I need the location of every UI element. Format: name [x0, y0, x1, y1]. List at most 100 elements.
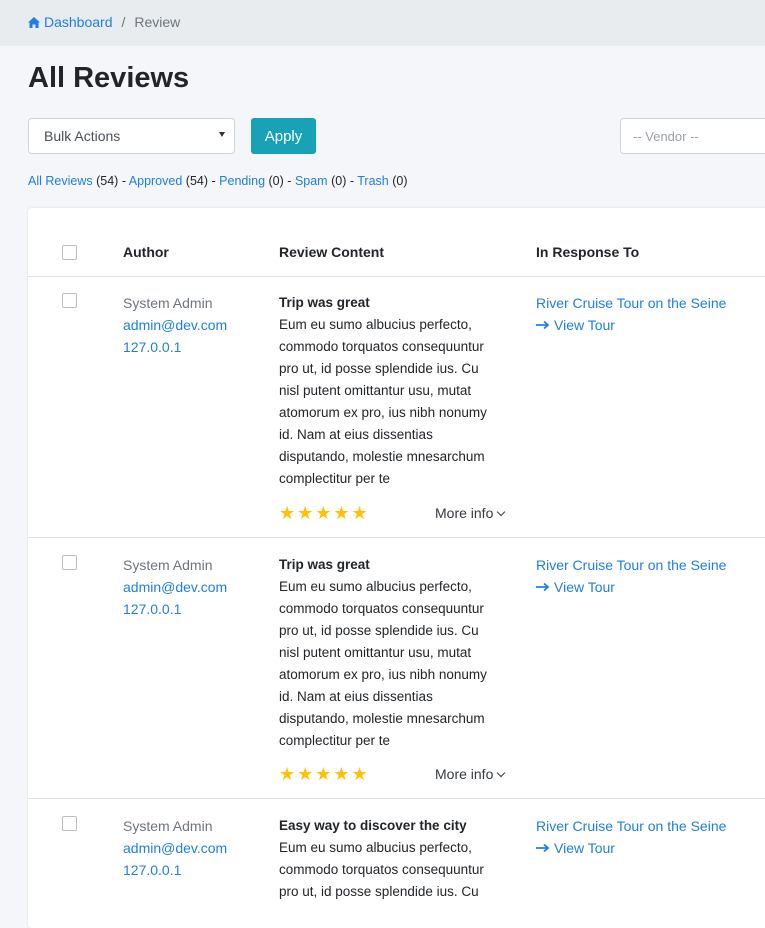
view-tour-link[interactable]: View Tour: [536, 314, 726, 336]
reviews-table: Author Review Content In Response To Sys…: [28, 208, 765, 928]
review-text-line: nisl putent omittantur usu, mutat: [279, 383, 472, 398]
filter-pending-count: (0): [268, 174, 284, 188]
author-ip-link[interactable]: 127.0.0.1: [123, 598, 227, 620]
view-tour-link[interactable]: View Tour: [536, 576, 726, 598]
author-name: System Admin: [123, 818, 213, 834]
apply-button[interactable]: Apply: [251, 118, 316, 154]
arrow-right-icon: [536, 582, 550, 592]
response-cell: River Cruise Tour on the Seine View Tour: [536, 554, 726, 598]
select-all-checkbox[interactable]: [62, 245, 77, 260]
review-text-line: Eum eu sumo albucius perfecto,: [279, 579, 472, 594]
breadcrumb-home-label: Dashboard: [44, 14, 113, 30]
arrow-right-icon: [536, 320, 550, 330]
chevron-down-icon: [497, 768, 506, 778]
author-ip-link[interactable]: 127.0.0.1: [123, 336, 227, 358]
breadcrumb: Dashboard / Review: [0, 0, 765, 46]
review-text-line: commodo torquatos consequuntur: [279, 601, 484, 616]
review-content-cell: Easy way to discover the city Eum eu sum…: [279, 815, 509, 903]
tour-link[interactable]: River Cruise Tour on the Seine: [536, 554, 726, 576]
breadcrumb-current: Review: [134, 14, 181, 30]
author-cell: System Admin admin@dev.com 127.0.0.1: [123, 815, 227, 881]
view-tour-label: View Tour: [554, 579, 615, 595]
filter-spam-link[interactable]: Spam: [295, 174, 328, 188]
review-text-line: atomorum ex pro, ius nibh nonumy: [279, 667, 487, 682]
filter-all-count: (54): [96, 174, 119, 188]
author-email-link[interactable]: admin@dev.com: [123, 837, 227, 859]
review-text-line: pro ut, id posse splendide ius. Cu: [279, 884, 479, 899]
home-icon: [28, 17, 40, 28]
view-tour-label: View Tour: [554, 317, 615, 333]
review-text-line: disputando, molestie mnesarchum: [279, 711, 485, 726]
author-email-link[interactable]: admin@dev.com: [123, 576, 227, 598]
author-ip-link[interactable]: 127.0.0.1: [123, 859, 227, 881]
filter-approved-count: (54): [185, 174, 209, 188]
chevron-down-icon: [219, 132, 225, 137]
status-filters: All Reviews (54) - Approved (54) - Pendi…: [28, 174, 408, 188]
table-row: System Admin admin@dev.com 127.0.0.1 Tri…: [28, 538, 765, 799]
row-checkbox[interactable]: [62, 816, 77, 831]
review-text-line: Eum eu sumo albucius perfecto,: [279, 317, 472, 332]
column-author: Author: [123, 244, 169, 260]
review-text-line: commodo torquatos consequuntur: [279, 862, 484, 877]
filter-trash-count: (0): [392, 174, 408, 188]
star-rating: ★★★★★: [279, 503, 370, 523]
tour-link[interactable]: River Cruise Tour on the Seine: [536, 815, 726, 837]
arrow-right-icon: [536, 843, 550, 853]
filter-separator: -: [211, 174, 216, 188]
table-header: Author Review Content In Response To: [28, 208, 765, 277]
review-content-cell: Trip was great Eum eu sumo albucius perf…: [279, 292, 509, 490]
table-row: System Admin admin@dev.com 127.0.0.1 Eas…: [28, 799, 765, 928]
view-tour-link[interactable]: View Tour: [536, 837, 726, 859]
tour-link[interactable]: River Cruise Tour on the Seine: [536, 292, 726, 314]
author-email-link[interactable]: admin@dev.com: [123, 314, 227, 336]
page-title: All Reviews: [28, 62, 190, 94]
review-text-line: complectitur per te: [279, 733, 391, 748]
more-info-toggle[interactable]: More info: [435, 505, 506, 521]
row-checkbox[interactable]: [62, 293, 77, 308]
more-info-toggle[interactable]: More info: [435, 766, 506, 782]
author-name: System Admin: [123, 557, 213, 573]
table-row: System Admin admin@dev.com 127.0.0.1 Tri…: [28, 276, 765, 538]
review-content-cell: Trip was great Eum eu sumo albucius perf…: [279, 554, 509, 752]
author-cell: System Admin admin@dev.com 127.0.0.1: [123, 554, 227, 620]
review-text-line: pro ut, id posse splendide ius. Cu: [279, 623, 479, 638]
column-review-content: Review Content: [279, 244, 385, 260]
column-in-response-to: In Response To: [536, 244, 640, 260]
review-text-line: complectitur per te: [279, 471, 391, 486]
review-text-line: commodo torquatos consequuntur: [279, 339, 484, 354]
response-cell: River Cruise Tour on the Seine View Tour: [536, 292, 726, 336]
breadcrumb-home-link[interactable]: Dashboard: [28, 14, 113, 30]
more-info-label: More info: [435, 505, 494, 521]
review-text-line: Eum eu sumo albucius perfecto,: [279, 840, 472, 855]
filter-trash-link[interactable]: Trash: [357, 174, 389, 188]
view-tour-label: View Tour: [554, 840, 615, 856]
more-info-label: More info: [435, 766, 494, 782]
filter-all-link[interactable]: All Reviews: [28, 174, 93, 188]
filter-separator: -: [121, 174, 126, 188]
filter-separator: -: [287, 174, 292, 188]
row-checkbox[interactable]: [62, 555, 77, 570]
review-title: Easy way to discover the city: [279, 818, 467, 833]
vendor-placeholder: -- Vendor --: [633, 129, 699, 144]
review-title: Trip was great: [279, 295, 370, 310]
filter-separator: -: [349, 174, 355, 188]
filter-pending-link[interactable]: Pending: [219, 174, 265, 188]
star-rating: ★★★★★: [279, 764, 370, 784]
author-cell: System Admin admin@dev.com 127.0.0.1: [123, 292, 227, 358]
filter-approved-link[interactable]: Approved: [129, 174, 183, 188]
review-text-line: id. Nam at eius dissentias: [279, 427, 433, 442]
filter-spam-count: (0): [331, 174, 347, 188]
bulk-actions-value: Bulk Actions: [44, 128, 121, 144]
breadcrumb-separator: /: [121, 14, 126, 30]
review-text-line: id. Nam at eius dissentias: [279, 689, 433, 704]
review-title: Trip was great: [279, 557, 370, 572]
review-text-line: nisl putent omittantur usu, mutat: [279, 645, 472, 660]
response-cell: River Cruise Tour on the Seine View Tour: [536, 815, 726, 859]
author-name: System Admin: [123, 295, 213, 311]
chevron-down-icon: [497, 507, 506, 517]
bulk-actions-select[interactable]: Bulk Actions: [28, 118, 235, 154]
review-text-line: atomorum ex pro, ius nibh nonumy: [279, 405, 487, 420]
review-text-line: pro ut, id posse splendide ius. Cu: [279, 361, 479, 376]
review-text-line: disputando, molestie mnesarchum: [279, 449, 485, 464]
vendor-select[interactable]: -- Vendor --: [620, 118, 765, 154]
